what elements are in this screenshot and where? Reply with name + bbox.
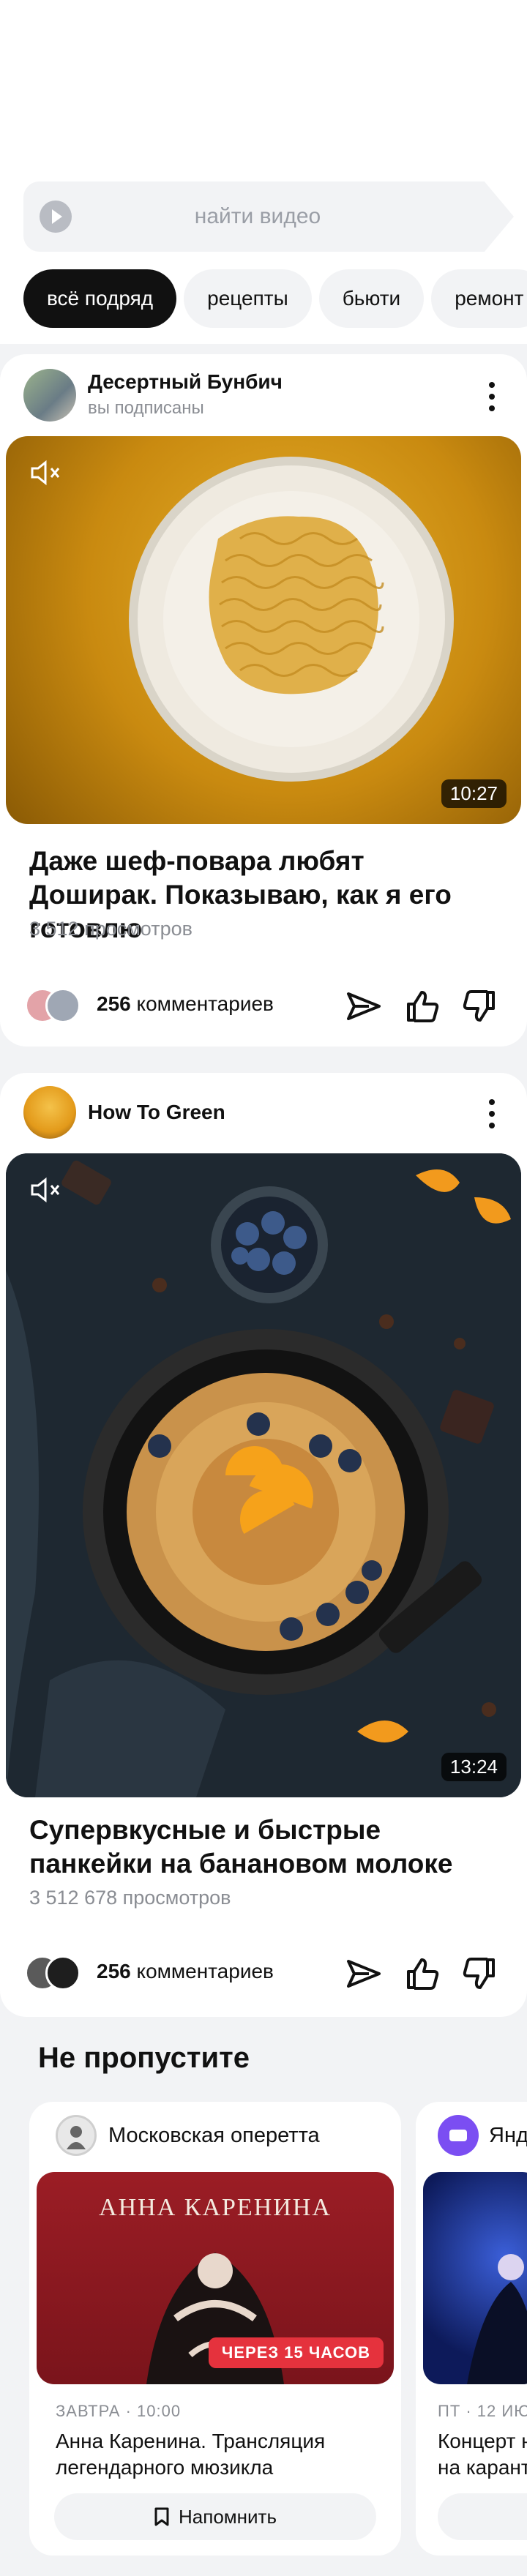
chip-recipes[interactable]: рецепты (184, 269, 312, 328)
event-poster[interactable] (423, 2172, 527, 2384)
video-footer: 256 комментариев (0, 1941, 527, 2007)
category-chips: всё подряд рецепты бьюти ремонт (23, 269, 527, 328)
subscription-status: вы подписаны (88, 398, 204, 418)
section-title: Не пропустите (38, 2042, 250, 2074)
mute-icon[interactable] (29, 460, 61, 486)
video-card: Десертный Бунбич вы подписаны 10:27 Даже… (0, 354, 527, 1046)
bookmark-icon (154, 2507, 169, 2526)
event-card[interactable]: Янд ПТ · 12 ИЮ Концерт н на карант (416, 2102, 527, 2556)
chip-repair[interactable]: ремонт (431, 269, 527, 328)
view-count: 3 512 просмотров (29, 918, 193, 940)
video-card: How To Green 13:24 Супервкусные и быстры… (0, 1073, 527, 2017)
organizer-logo (438, 2115, 479, 2156)
video-footer: 256 комментариев (0, 973, 527, 1039)
organizer-logo (56, 2115, 97, 2156)
channel-avatar[interactable] (23, 369, 76, 422)
chip-all[interactable]: всё подряд (23, 269, 177, 328)
event-date: ПТ · 12 ИЮ (438, 2402, 527, 2420)
view-count: 3 512 678 просмотров (29, 1887, 231, 1909)
like-icon[interactable] (403, 1954, 442, 1993)
mute-icon[interactable] (29, 1177, 61, 1203)
comments-count: 256 (97, 992, 131, 1015)
remind-button[interactable]: Напомнить (54, 2493, 376, 2540)
event-title[interactable]: Концерт н на карант (438, 2428, 527, 2481)
commenter-avatars (25, 988, 91, 1025)
avatar (45, 988, 81, 1023)
pancakes-image (6, 1153, 521, 1797)
organizer-name[interactable]: Московская оперетта (108, 2124, 320, 2148)
avatar (45, 1955, 81, 1991)
search-input[interactable]: найти видео (23, 181, 492, 252)
dislike-icon[interactable] (460, 986, 499, 1026)
event-card[interactable]: Московская оперетта АННА КАРЕНИНА ЧЕРЕЗ … (29, 2102, 401, 2556)
video-thumbnail[interactable]: 13:24 (6, 1153, 521, 1797)
channel-avatar[interactable] (23, 1086, 76, 1139)
share-icon[interactable] (344, 986, 384, 1026)
channel-name[interactable]: Десертный Бунбич (88, 370, 283, 394)
commenter-avatars (25, 1955, 91, 1992)
video-title[interactable]: Супервкусные и быстрые панкейки на банан… (29, 1813, 498, 1881)
channel-header: How To Green (0, 1073, 527, 1153)
remind-button[interactable] (438, 2493, 527, 2540)
noodles-image (129, 457, 454, 782)
more-vertical-icon[interactable] (489, 1099, 495, 1128)
video-duration: 10:27 (441, 779, 507, 808)
channel-name[interactable]: How To Green (88, 1101, 225, 1124)
status-badge: ЧЕРЕЗ 15 ЧАСОВ (208, 2337, 384, 2368)
comments-count: 256 (97, 1960, 131, 1982)
poster-image (467, 2254, 527, 2384)
organizer-name[interactable]: Янд (489, 2124, 527, 2148)
remind-label: Напомнить (179, 2506, 277, 2528)
video-thumbnail[interactable]: 10:27 (6, 436, 521, 824)
channel-header: Десертный Бунбич вы подписаны (0, 354, 527, 435)
share-icon[interactable] (344, 1954, 384, 1993)
more-vertical-icon[interactable] (489, 382, 495, 411)
video-duration: 13:24 (441, 1753, 507, 1781)
event-date: ЗАВТРА · 10:00 (56, 2402, 182, 2420)
comments-label: комментариев (136, 992, 274, 1015)
event-poster[interactable]: АННА КАРЕНИНА ЧЕРЕЗ 15 ЧАСОВ (37, 2172, 394, 2384)
comments-label: комментариев (136, 1960, 274, 1982)
event-title[interactable]: Анна Каренина. Трансляция легендарного м… (56, 2428, 378, 2481)
comments-link[interactable]: 256 комментариев (97, 1960, 274, 1983)
comments-link[interactable]: 256 комментариев (97, 992, 274, 1016)
search-bar[interactable]: найти видео (23, 181, 514, 252)
dislike-icon[interactable] (460, 1954, 499, 1993)
poster-title: АННА КАРЕНИНА (99, 2194, 332, 2221)
chip-beauty[interactable]: бьюти (318, 269, 425, 328)
like-icon[interactable] (403, 986, 442, 1026)
